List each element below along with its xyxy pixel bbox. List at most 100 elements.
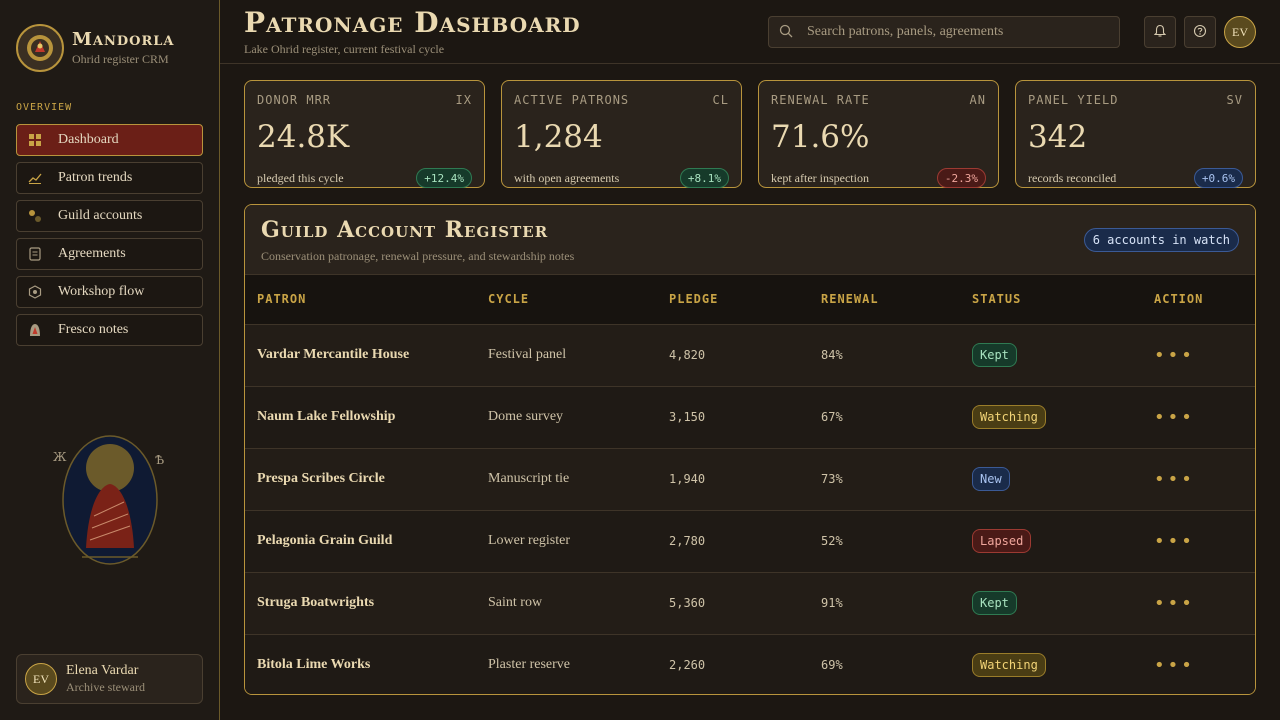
column-header-status[interactable]: STATUS: [972, 275, 1154, 325]
more-actions-icon[interactable]: •••: [1154, 345, 1195, 366]
cycle-cell: Dome survey: [488, 409, 564, 424]
column-header-patron[interactable]: PATRON: [245, 275, 488, 325]
renewal-cell: 52%: [821, 534, 843, 548]
table-row[interactable]: Prespa Scribes Circle Manuscript tie 1,9…: [245, 448, 1255, 510]
notifications-button[interactable]: [1144, 16, 1176, 48]
guild-account-register: Guild Account Register Conservation patr…: [244, 204, 1256, 695]
pledge-cell: 1,940: [669, 472, 706, 486]
hexagon-icon: [28, 285, 42, 299]
action-cell: •••: [1154, 324, 1255, 386]
sidebar-item-label: Guild accounts: [58, 208, 143, 223]
register-table: PATRON CYCLE PLEDGE RENEWAL STATUS ACTIO…: [245, 275, 1255, 694]
register-subtitle: Conservation patronage, renewal pressure…: [261, 249, 575, 263]
help-icon: [1193, 23, 1207, 42]
column-header-cycle[interactable]: CYCLE: [488, 275, 669, 325]
kpi-delta-badge: +0.6%: [1193, 168, 1243, 188]
sidebar-item-label: Agreements: [58, 246, 126, 261]
kpi-label: DONOR MRR: [257, 93, 332, 107]
cycle-cell: Plaster reserve: [488, 657, 571, 673]
renewal-cell: 73%: [821, 472, 843, 486]
brand-name: Mandorla: [72, 29, 175, 50]
action-cell: •••: [1154, 386, 1255, 448]
table-header-row: PATRON CYCLE PLEDGE RENEWAL STATUS ACTIO…: [245, 275, 1255, 325]
cycle-cell: Manuscript tie: [488, 471, 570, 486]
grid-icon: [28, 133, 42, 147]
cycle-cell: Festival panel: [488, 347, 567, 362]
sidebar-item-guild-accounts[interactable]: Guild accounts: [16, 200, 203, 232]
patron-name: Naum Lake Fellowship: [257, 409, 396, 424]
search-input[interactable]: [807, 24, 1107, 40]
more-actions-icon[interactable]: •••: [1154, 531, 1195, 552]
kpi-card-active-patrons[interactable]: ACTIVE PATRONS CL 1,284 with open agreem…: [501, 80, 742, 188]
renewal-cell: 84%: [821, 348, 843, 362]
register-header: Guild Account Register Conservation patr…: [245, 205, 1255, 275]
column-header-renewal[interactable]: RENEWAL: [821, 275, 972, 325]
sidebar-item-label: Fresco notes: [58, 322, 129, 337]
pledge-cell: 2,260: [669, 658, 706, 673]
status-cell: New: [972, 448, 1154, 510]
status-cell: Kept: [972, 572, 1154, 634]
kpi-label: PANEL YIELD: [1028, 93, 1119, 107]
kpi-label: RENEWAL RATE: [771, 93, 870, 107]
sidebar-item-agreements[interactable]: Agreements: [16, 238, 203, 270]
table-row[interactable]: Bitola Lime Works Plaster reserve 2,260 …: [245, 634, 1255, 694]
action-cell: •••: [1154, 510, 1255, 572]
user-role: Archive steward: [66, 680, 145, 694]
brand[interactable]: Mandorla Ohrid register CRM: [16, 24, 175, 72]
column-header-pledge[interactable]: PLEDGE: [669, 275, 821, 325]
status-badge: Watching: [972, 405, 1046, 429]
status-cell: Lapsed: [972, 510, 1154, 572]
renewal-cell: 91%: [821, 596, 843, 610]
table-row[interactable]: Struga Boatwrights Saint row 5,360 91% K…: [245, 572, 1255, 634]
kpi-code: IX: [455, 93, 472, 107]
pledge-cell: 2,780: [669, 534, 706, 548]
kpi-card-renewal-rate[interactable]: RENEWAL RATE AN 71.6% kept after inspect…: [758, 80, 999, 188]
more-actions-icon[interactable]: •••: [1154, 407, 1195, 428]
kpi-value: 342: [1028, 119, 1088, 155]
status-badge: Lapsed: [972, 529, 1032, 553]
kpi-value: 1,284: [514, 119, 603, 155]
help-button[interactable]: [1184, 16, 1216, 48]
cycle-cell: Lower register: [488, 533, 571, 548]
kpi-card-donor-mrr[interactable]: DONOR MRR IX 24.8K pledged this cycle +1…: [244, 80, 485, 188]
more-actions-icon[interactable]: •••: [1154, 593, 1195, 614]
user-card[interactable]: EV Elena Vardar Archive steward: [16, 654, 203, 704]
sidebar-item-workshop-flow[interactable]: Workshop flow: [16, 276, 203, 308]
patron-name: Prespa Scribes Circle: [257, 471, 385, 486]
sidebar-item-label: Workshop flow: [58, 284, 145, 299]
more-actions-icon[interactable]: •••: [1154, 469, 1195, 490]
more-actions-icon[interactable]: •••: [1154, 655, 1195, 676]
kpi-delta-badge: +8.1%: [679, 168, 729, 188]
sidebar-item-label: Dashboard: [58, 132, 119, 147]
watch-count-badge[interactable]: 6 accounts in watch: [1083, 228, 1239, 252]
search-bar[interactable]: [768, 16, 1120, 48]
sidebar-nav: Dashboard Patron trends Guild accounts A…: [16, 124, 203, 352]
kpi-code: CL: [712, 93, 729, 107]
user-name: Elena Vardar: [66, 663, 139, 678]
action-cell: •••: [1154, 448, 1255, 510]
search-icon: [779, 23, 793, 42]
kpi-note: records reconciled: [1028, 171, 1117, 185]
sidebar-item-patron-trends[interactable]: Patron trends: [16, 162, 203, 194]
trend-icon: [28, 171, 42, 185]
pledge-cell: 5,360: [669, 596, 706, 610]
patron-name: Struga Boatwrights: [257, 595, 375, 610]
page-subtitle: Lake Ohrid register, current festival cy…: [244, 42, 445, 56]
kpi-note: kept after inspection: [771, 171, 869, 185]
table-row[interactable]: Vardar Mercantile House Festival panel 4…: [245, 324, 1255, 386]
sidebar-item-dashboard[interactable]: Dashboard: [16, 124, 203, 156]
pledge-cell: 3,150: [669, 410, 706, 424]
action-cell: •••: [1154, 572, 1255, 634]
status-badge: New: [972, 467, 1010, 491]
table-row[interactable]: Pelagonia Grain Guild Lower register 2,7…: [245, 510, 1255, 572]
status-badge: Kept: [972, 591, 1017, 615]
glyph-left: Ж: [53, 450, 67, 464]
profile-avatar[interactable]: EV: [1224, 16, 1256, 48]
kpi-card-panel-yield[interactable]: PANEL YIELD SV 342 records reconciled +0…: [1015, 80, 1256, 188]
sidebar-item-fresco-notes[interactable]: Fresco notes: [16, 314, 203, 346]
table-row[interactable]: Naum Lake Fellowship Dome survey 3,150 6…: [245, 386, 1255, 448]
glyph-right: Ѣ: [155, 453, 165, 467]
sidebar: Mandorla Ohrid register CRM OVERVIEW Das…: [0, 0, 220, 720]
action-cell: •••: [1154, 634, 1255, 694]
status-cell: Watching: [972, 634, 1154, 694]
